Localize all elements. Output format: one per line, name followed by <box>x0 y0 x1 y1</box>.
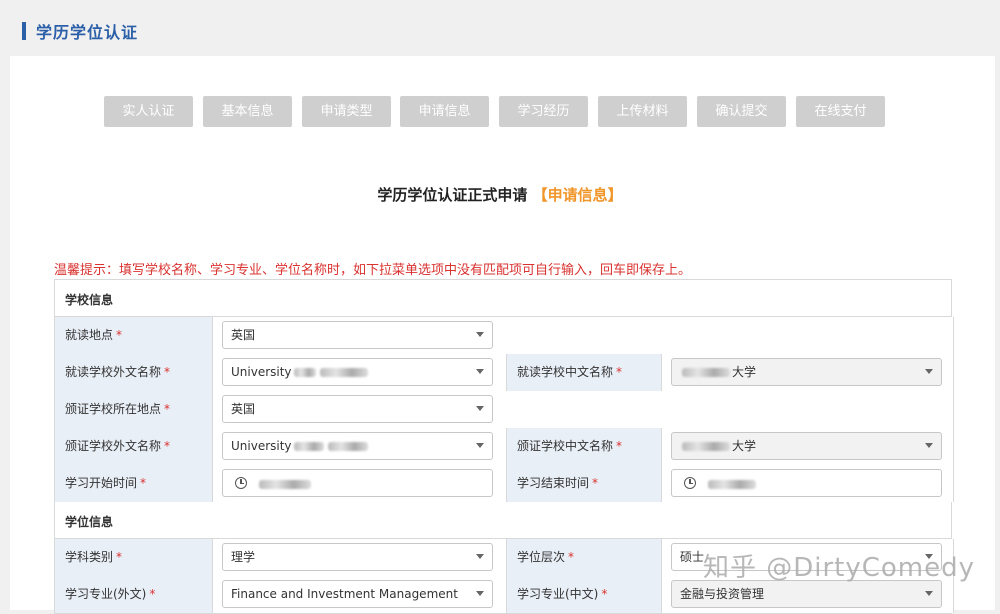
step-online-payment[interactable]: 在线支付 <box>796 96 885 127</box>
field-label: 学习开始时间 * <box>54 465 212 502</box>
end-time-input[interactable] <box>671 469 942 497</box>
chevron-down-icon <box>476 369 484 374</box>
field-label: 就读学校中文名称 * <box>506 354 661 391</box>
redacted-text <box>319 368 368 377</box>
form-heading: 学历学位认证正式申请 【申请信息】 <box>0 184 1000 205</box>
row-cert-location: 颁证学校所在地点 * 英国 <box>54 391 954 429</box>
step-application-info[interactable]: 申请信息 <box>400 96 489 127</box>
chevron-down-icon <box>925 369 933 374</box>
chevron-down-icon <box>476 443 484 448</box>
redacted-text <box>259 480 311 489</box>
clock-icon <box>235 477 247 489</box>
major-foreign-select[interactable]: Finance and Investment Management <box>222 580 493 608</box>
row-school-name: 就读学校外文名称 * University 就读学校中文名称 * 大学 <box>54 354 954 392</box>
step-application-type[interactable]: 申请类型 <box>302 96 391 127</box>
redacted-text <box>293 442 324 451</box>
redacted-text <box>708 480 756 489</box>
step-confirm-submit[interactable]: 确认提交 <box>697 96 786 127</box>
form-heading-sub: 【申请信息】 <box>532 186 623 204</box>
clock-icon <box>684 477 696 489</box>
field-label: 就读地点 * <box>54 317 212 354</box>
field-label: 颁证学校所在地点 * <box>54 391 212 428</box>
section-title: 学位信息 <box>65 515 114 529</box>
chevron-down-icon <box>476 554 484 559</box>
watermark: 知乎 @DirtyComedy <box>702 553 975 583</box>
subject-category-select[interactable]: 理学 <box>222 543 493 571</box>
application-form: 学校信息 就读地点 * 英国 就读学校外文名称 * University 就读学校中… <box>54 279 954 614</box>
start-time-input[interactable] <box>222 469 493 497</box>
chevron-down-icon <box>476 332 484 337</box>
step-upload-materials[interactable]: 上传材料 <box>598 96 687 127</box>
field-label: 学习专业(中文) * <box>506 576 661 613</box>
major-chinese-select[interactable]: 金融与投资管理 <box>671 580 942 608</box>
section-degree-info: 学位信息 <box>54 502 952 539</box>
field-label: 学习专业(外文) * <box>54 576 212 613</box>
field-label: 颁证学校外文名称 * <box>54 428 212 465</box>
cert-school-chinese-name-select[interactable]: 大学 <box>671 432 942 460</box>
field-label: 学位层次 * <box>506 539 661 576</box>
page-header: 学历学位认证 <box>0 0 1000 56</box>
redacted-text <box>682 442 730 451</box>
school-chinese-name-select[interactable]: 大学 <box>671 358 942 386</box>
row-cert-school-name: 颁证学校外文名称 * University 颁证学校中文名称 * 大学 <box>54 428 954 466</box>
school-foreign-name-select[interactable]: University <box>222 358 493 386</box>
study-location-select[interactable]: 英国 <box>222 321 493 349</box>
redacted-text <box>682 368 730 377</box>
notice-tip: 温馨提示：填写学校名称、学习专业、学位名称时，如下拉菜单选项中没有匹配项可自行输… <box>54 263 692 278</box>
row-study-period: 学习开始时间 * 学习结束时间 * <box>54 465 954 503</box>
section-school-info: 学校信息 <box>54 280 952 317</box>
redacted-text <box>327 442 368 451</box>
row-study-location: 就读地点 * 英国 <box>54 317 954 355</box>
cert-location-select[interactable]: 英国 <box>222 395 493 423</box>
step-study-history[interactable]: 学习经历 <box>499 96 588 127</box>
title-accent-bar <box>22 22 26 40</box>
chevron-down-icon <box>476 591 484 596</box>
chevron-down-icon <box>925 591 933 596</box>
section-title: 学校信息 <box>65 293 114 307</box>
chevron-down-icon <box>476 406 484 411</box>
field-label: 颁证学校中文名称 * <box>506 428 661 465</box>
chevron-down-icon <box>925 443 933 448</box>
page-title: 学历学位认证 <box>36 23 139 42</box>
field-label: 学习结束时间 * <box>506 465 661 502</box>
cert-school-foreign-name-select[interactable]: University <box>222 432 493 460</box>
step-real-person-auth[interactable]: 实人认证 <box>104 96 193 127</box>
redacted-text <box>293 368 316 377</box>
step-basic-info[interactable]: 基本信息 <box>203 96 292 127</box>
form-heading-main: 学历学位认证正式申请 <box>377 186 528 204</box>
field-label: 学科类别 * <box>54 539 212 576</box>
field-label: 就读学校外文名称 * <box>54 354 212 391</box>
